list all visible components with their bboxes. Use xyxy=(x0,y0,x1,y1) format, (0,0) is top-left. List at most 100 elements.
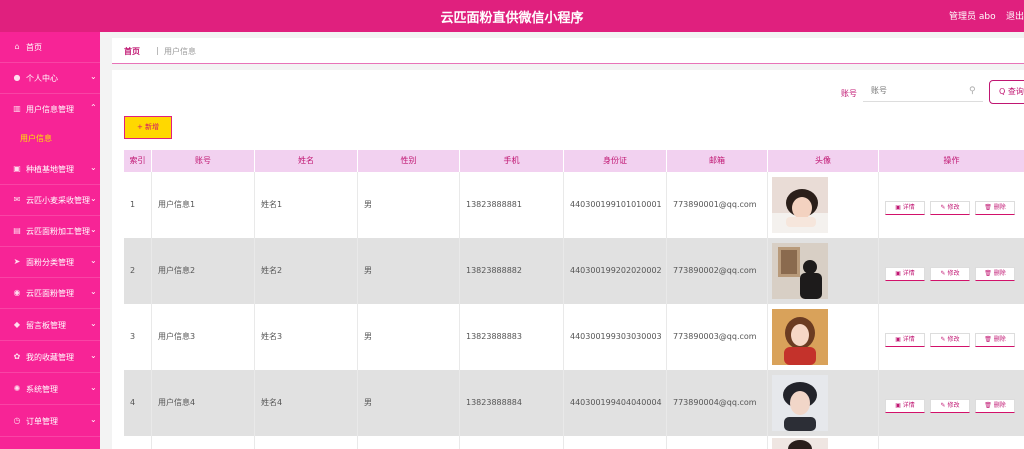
cell-gender: 男 xyxy=(358,238,460,304)
sidebar-subitem-label: 用户信息 xyxy=(20,134,52,143)
shield-icon: ◆ xyxy=(13,320,21,329)
delete-button[interactable]: 🗑 删除 xyxy=(975,201,1015,215)
detail-button[interactable]: ▣ 详情 xyxy=(885,267,925,281)
avatar xyxy=(772,177,828,233)
table-row: 4 用户信息4 姓名4 男 13823888884 44030019940404… xyxy=(124,370,1024,436)
sidebar-item-wheat-harvest[interactable]: ✉ 云匹小麦采收管理 ⌄ xyxy=(0,185,100,216)
breadcrumb-home[interactable]: 首页 xyxy=(124,46,140,57)
cell-gender: 男 xyxy=(358,172,460,238)
top-header: 云匹面粉直供微信小程序 管理员 abo 退出 xyxy=(0,0,1024,32)
sidebar-item-label: 云匹小麦采收管理 xyxy=(26,196,90,205)
screen-icon: ▤ xyxy=(13,226,21,235)
chevron-down-icon: ⌄ xyxy=(90,287,97,296)
column-header-index: 索引 xyxy=(124,150,152,172)
cell-phone xyxy=(460,436,564,449)
detail-button[interactable]: ▣ 详情 xyxy=(885,201,925,215)
cell-name: 姓名4 xyxy=(255,370,358,436)
delete-button[interactable]: 🗑 删除 xyxy=(975,267,1015,281)
monitor-icon: ▣ xyxy=(13,164,21,173)
add-button[interactable]: + 新增 xyxy=(124,116,172,139)
gear-icon: ✺ xyxy=(13,384,21,393)
cell-avatar xyxy=(768,238,879,304)
cell-name xyxy=(255,436,358,449)
edit-button[interactable]: ✎ 修改 xyxy=(930,333,970,347)
cell-id-card xyxy=(564,436,667,449)
cell-avatar xyxy=(768,304,879,370)
sidebar-item-favorites[interactable]: ✿ 我的收藏管理 ⌄ xyxy=(0,342,100,373)
logout-link[interactable]: 退出 xyxy=(1006,9,1024,22)
cell-account: 用户信息2 xyxy=(152,238,255,304)
column-header-account: 账号 xyxy=(152,150,255,172)
main-content: 首页 | 用户信息 账号 ⚲ Q 查询 + 新增 索引 账号 姓名 性别 手机 … xyxy=(100,32,1024,449)
breadcrumb-current: 用户信息 xyxy=(164,47,196,56)
cell-name: 姓名1 xyxy=(255,172,358,238)
cell-id-card: 440300199404040004 xyxy=(564,370,667,436)
sidebar-item-label: 留言板管理 xyxy=(26,321,66,330)
table-header: 索引 账号 姓名 性别 手机 身份证 邮箱 头像 操作 xyxy=(124,150,1024,172)
user-icon: ● xyxy=(13,73,21,82)
sidebar-item-personal-center[interactable]: ● 个人中心 ⌄ xyxy=(0,63,100,94)
chevron-up-icon: ⌃ xyxy=(90,103,97,112)
sidebar-item-label: 我的收藏管理 xyxy=(26,353,74,362)
edit-button[interactable]: ✎ 修改 xyxy=(930,399,970,413)
chevron-down-icon: ⌄ xyxy=(90,72,97,81)
chevron-down-icon: ⌄ xyxy=(90,225,97,234)
cell-account: 用户信息3 xyxy=(152,304,255,370)
avatar xyxy=(772,243,828,299)
cell-index: 1 xyxy=(124,172,152,238)
cell-account xyxy=(152,436,255,449)
cell-email: 773890002@qq.com xyxy=(667,238,768,304)
cell-avatar xyxy=(768,436,879,449)
chevron-down-icon: ⌄ xyxy=(90,194,97,203)
detail-button[interactable]: ▣ 详情 xyxy=(885,399,925,413)
cell-email xyxy=(667,436,768,449)
sidebar-item-label: 种植基地管理 xyxy=(26,165,74,174)
delete-button[interactable]: 🗑 删除 xyxy=(975,399,1015,413)
star-icon: ✿ xyxy=(13,352,21,361)
sidebar-item-flour-mgmt[interactable]: ◉ 云匹面粉管理 ⌄ xyxy=(0,278,100,309)
table-row: 1 用户信息1 姓名1 男 13823888881 44030019910101… xyxy=(124,172,1024,238)
column-header-phone: 手机 xyxy=(460,150,564,172)
sidebar-item-message-board[interactable]: ◆ 留言板管理 ⌄ xyxy=(0,310,100,341)
send-icon: ➤ xyxy=(13,257,21,266)
search-button[interactable]: Q 查询 xyxy=(989,80,1024,104)
column-header-name: 姓名 xyxy=(255,150,358,172)
sidebar-item-orders[interactable]: ◷ 订单管理 ⌄ xyxy=(0,406,100,437)
sidebar-subitem-user-info[interactable]: 用户信息 xyxy=(0,126,100,150)
column-header-avatar: 头像 xyxy=(768,150,879,172)
sidebar-item-label: 个人中心 xyxy=(26,74,58,83)
cell-avatar xyxy=(768,172,879,238)
edit-button[interactable]: ✎ 修改 xyxy=(930,201,970,215)
cell-index: 3 xyxy=(124,304,152,370)
cell-phone: 13823888881 xyxy=(460,172,564,238)
clock-icon: ◷ xyxy=(13,416,21,425)
detail-button[interactable]: ▣ 详情 xyxy=(885,333,925,347)
admin-label: 管理员 abo xyxy=(949,12,996,22)
chevron-down-icon: ⌄ xyxy=(90,383,97,392)
sidebar-item-flour-processing[interactable]: ▤ 云匹面粉加工管理 ⌄ xyxy=(0,216,100,247)
breadcrumb: 首页 | 用户信息 xyxy=(112,38,1024,64)
sidebar: ⌂ 首页 ● 个人中心 ⌄ ▥ 用户信息管理 ⌃ 用户信息 ▣ 种植基地管理 ⌄… xyxy=(0,32,100,449)
search-input[interactable] xyxy=(863,80,983,102)
sidebar-item-planting-base[interactable]: ▣ 种植基地管理 ⌄ xyxy=(0,154,100,185)
edit-button[interactable]: ✎ 修改 xyxy=(930,267,970,281)
column-header-id-card: 身份证 xyxy=(564,150,667,172)
cell-id-card: 440300199303030003 xyxy=(564,304,667,370)
chevron-down-icon: ⌄ xyxy=(90,351,97,360)
column-header-gender: 性别 xyxy=(358,150,460,172)
search-label: 账号 xyxy=(841,89,857,98)
sidebar-item-home[interactable]: ⌂ 首页 xyxy=(0,32,100,63)
sidebar-item-flour-category[interactable]: ➤ 面粉分类管理 ⌄ xyxy=(0,247,100,278)
sidebar-item-system-mgmt[interactable]: ✺ 系统管理 ⌄ xyxy=(0,374,100,405)
cell-email: 773890003@qq.com xyxy=(667,304,768,370)
cell-account: 用户信息4 xyxy=(152,370,255,436)
avatar xyxy=(772,438,828,449)
sidebar-item-label: 首页 xyxy=(26,43,42,52)
cell-avatar xyxy=(768,370,879,436)
cell-gender xyxy=(358,436,460,449)
table-row: 2 用户信息2 姓名2 男 13823888882 44030019920202… xyxy=(124,238,1024,304)
app-title: 云匹面粉直供微信小程序 xyxy=(440,11,584,26)
sidebar-item-user-info-mgmt[interactable]: ▥ 用户信息管理 ⌃ xyxy=(0,94,100,125)
delete-button[interactable]: 🗑 删除 xyxy=(975,333,1015,347)
cell-name: 姓名3 xyxy=(255,304,358,370)
